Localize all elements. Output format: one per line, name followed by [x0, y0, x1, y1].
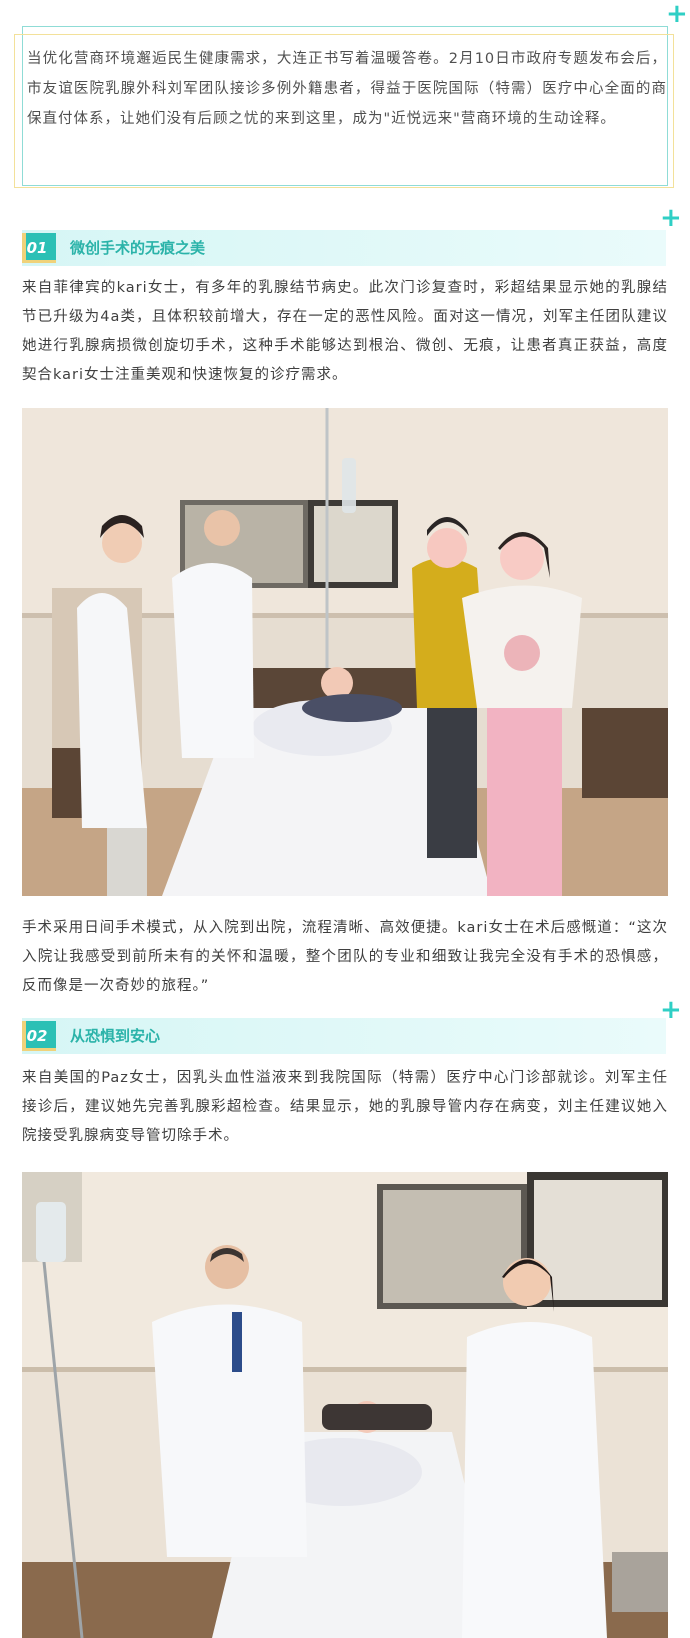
- section-02-paragraph: 来自美国的Paz女士，因乳头血性溢液来到我院国际（特需）医疗中心门诊部就诊。刘军…: [22, 1070, 668, 1144]
- section-header-01: 01 微创手术的无痕之美: [22, 230, 666, 266]
- intro-text: 当优化营商环境邂逅民生健康需求，大连正书写着温暖答卷。2月10日市政府专题发布会…: [27, 51, 667, 127]
- plus-icon: +: [660, 203, 682, 233]
- section-header-02: 02 从恐惧到安心: [22, 1018, 666, 1054]
- section-number: 01: [26, 239, 48, 257]
- section-number-badge: 02: [22, 1021, 56, 1051]
- section-title: 微创手术的无痕之美: [70, 239, 206, 257]
- plus-icon: +: [666, 0, 688, 29]
- section-title: 从恐惧到安心: [70, 1027, 161, 1045]
- section-01-after-photo: 手术采用日间手术模式，从入院到出院，流程清晰、高效便捷。kari女士在术后感慨道…: [22, 920, 668, 994]
- photo-ward-visit-2: [22, 1172, 668, 1638]
- photo-ward-visit-1: [22, 408, 668, 896]
- plus-icon: +: [660, 995, 682, 1025]
- section-number: 02: [26, 1027, 48, 1045]
- section-number-badge: 01: [22, 233, 56, 263]
- section-01-paragraph: 来自菲律宾的kari女士，有多年的乳腺结节病史。此次门诊复查时，彩超结果显示她的…: [22, 280, 668, 383]
